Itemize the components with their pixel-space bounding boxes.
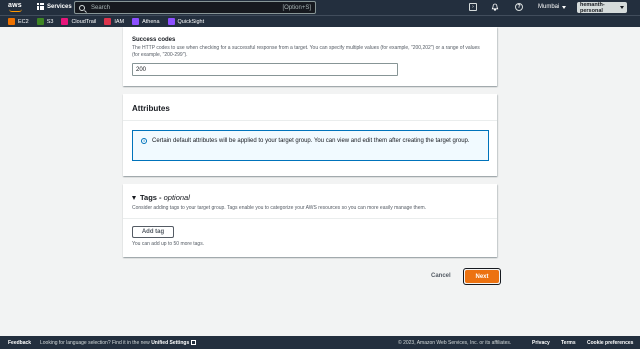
success-codes-input[interactable]: 200 bbox=[132, 63, 398, 76]
notifications-bell-icon[interactable] bbox=[491, 3, 499, 11]
favorite-iam[interactable]: IAM bbox=[104, 18, 124, 25]
search-placeholder: Search bbox=[91, 4, 111, 11]
cancel-button[interactable]: Cancel bbox=[431, 273, 451, 279]
external-link-icon bbox=[191, 339, 197, 345]
favorite-quicksight[interactable]: QuickSight bbox=[167, 18, 205, 25]
health-check-card: Success codes The HTTP codes to use when… bbox=[123, 27, 497, 86]
services-menu-button[interactable]: Services bbox=[37, 3, 72, 10]
chevron-down-icon bbox=[620, 6, 624, 9]
quicksight-icon bbox=[167, 18, 175, 25]
tags-limit-hint: You can add up to 50 more tags. bbox=[132, 241, 205, 247]
favorite-cloudtrail[interactable]: CloudTrail bbox=[61, 18, 96, 25]
favorite-label: S3 bbox=[46, 18, 54, 25]
favorite-label: CloudTrail bbox=[71, 18, 97, 25]
footer: Feedback Looking for language selection?… bbox=[0, 336, 640, 349]
tags-heading: Tags - bbox=[140, 193, 162, 202]
services-label: Services bbox=[47, 3, 72, 10]
s3-icon bbox=[36, 18, 44, 25]
success-codes-label: Success codes bbox=[132, 37, 176, 43]
copyright: © 2023, Amazon Web Services, Inc. or its… bbox=[398, 339, 512, 346]
favorite-label: Athena bbox=[142, 18, 160, 25]
account-menu[interactable]: hemanth-personal bbox=[577, 1, 627, 14]
iam-icon bbox=[104, 18, 112, 25]
cookie-preferences-link[interactable]: Cookie preferences bbox=[587, 340, 633, 346]
aws-logo[interactable]: aws bbox=[8, 2, 26, 13]
add-tag-button[interactable]: Add tag bbox=[132, 226, 174, 238]
info-icon: i bbox=[141, 138, 147, 144]
privacy-link[interactable]: Privacy bbox=[532, 340, 550, 346]
feedback-link[interactable]: Feedback bbox=[8, 340, 31, 346]
divider bbox=[123, 120, 497, 121]
favorite-ec2[interactable]: EC2 bbox=[8, 18, 29, 25]
info-alert-text: Certain default attributes will be appli… bbox=[152, 138, 470, 144]
search-icon bbox=[79, 4, 85, 11]
region-label: Mumbai bbox=[538, 4, 560, 10]
search-shortcut: [Option+S] bbox=[282, 4, 311, 11]
success-codes-value: 200 bbox=[136, 66, 147, 73]
attributes-card: Attributes i Certain default attributes … bbox=[123, 94, 497, 176]
favorite-athena[interactable]: Athena bbox=[132, 18, 160, 25]
tags-description: Consider adding tags to your target grou… bbox=[132, 205, 427, 211]
info-alert: i Certain default attributes will be app… bbox=[132, 130, 489, 161]
cloudshell-icon[interactable]: › bbox=[469, 3, 477, 11]
favorites-bar: EC2 S3 CloudTrail IAM Athena QuickSight bbox=[0, 15, 640, 27]
cloudtrail-icon bbox=[61, 18, 69, 25]
success-codes-description: The HTTP codes to use when checking for … bbox=[132, 45, 480, 58]
tags-card: Tags - optional Consider adding tags to … bbox=[123, 184, 497, 257]
ec2-icon bbox=[8, 18, 15, 25]
attributes-heading: Attributes bbox=[132, 104, 170, 113]
language-notice: Looking for language selection? Find it … bbox=[40, 339, 197, 346]
language-notice-text: Looking for language selection? Find it … bbox=[40, 339, 150, 346]
services-grid-icon bbox=[37, 3, 44, 10]
tags-optional-label: optional bbox=[163, 193, 190, 202]
favorite-label: QuickSight bbox=[177, 18, 205, 25]
next-button[interactable]: Next bbox=[465, 270, 499, 283]
aws-logo-text: aws bbox=[8, 2, 22, 9]
athena-icon bbox=[132, 18, 140, 25]
unified-settings-link[interactable]: Unified Settings bbox=[151, 340, 189, 346]
favorite-s3[interactable]: S3 bbox=[36, 18, 54, 25]
tags-expander[interactable]: Tags - optional bbox=[132, 193, 190, 202]
favorite-label: IAM bbox=[114, 18, 125, 25]
next-button-focus-ring: Next bbox=[463, 268, 501, 285]
aws-smile-icon bbox=[9, 9, 22, 12]
chevron-down-icon bbox=[562, 5, 567, 9]
top-navigation: aws Services Search [Option+S] › ? Mumba… bbox=[0, 0, 640, 15]
caret-down-icon bbox=[132, 195, 136, 200]
search-input[interactable]: Search [Option+S] bbox=[74, 1, 316, 14]
region-selector[interactable]: Mumbai bbox=[538, 4, 567, 10]
help-icon[interactable]: ? bbox=[515, 3, 523, 11]
account-label: hemanth-personal bbox=[580, 1, 605, 14]
divider bbox=[123, 218, 497, 219]
favorite-label: EC2 bbox=[18, 18, 29, 25]
terms-link[interactable]: Terms bbox=[561, 340, 576, 346]
